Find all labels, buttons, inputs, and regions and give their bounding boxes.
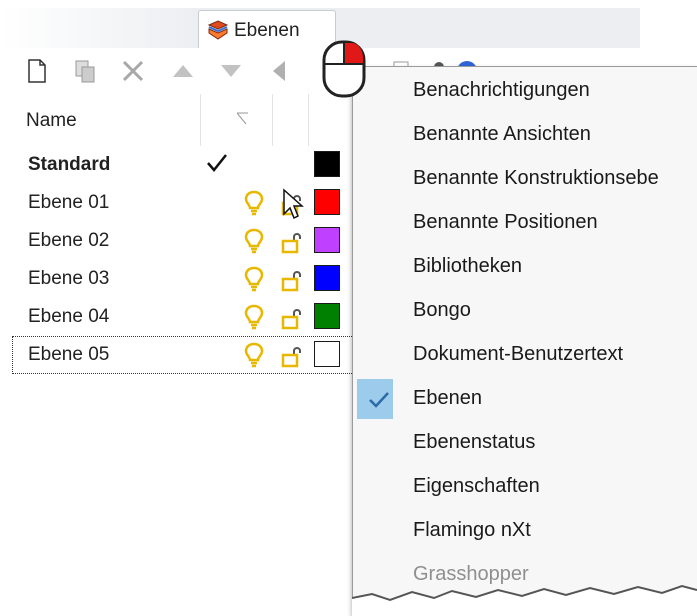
unlocked-icon[interactable] (280, 344, 304, 368)
menu-item-label: Benachrichtigungen (413, 79, 590, 101)
visibility-bulb-icon[interactable] (244, 228, 264, 254)
layer-table: Name Standard Ebene 01 Ebene 02 Ebene 03… (0, 94, 360, 394)
delete-icon[interactable] (118, 56, 148, 86)
move-up-icon[interactable] (168, 56, 198, 86)
layers-icon (207, 20, 229, 40)
move-left-icon[interactable] (264, 56, 294, 86)
mouse-right-click-icon (322, 40, 366, 98)
menu-item-label: Dokument-Benutzertext (413, 343, 624, 365)
checkmark-icon (369, 392, 389, 408)
menu-item-label: Benannte Ansichten (413, 123, 591, 145)
column-divider (308, 94, 309, 146)
menu-item-ebenenstatus[interactable]: Ebenenstatus (353, 421, 697, 465)
visibility-bulb-icon[interactable] (244, 266, 264, 292)
layer-row-ebene-05[interactable]: Ebene 05 (12, 336, 354, 374)
menu-item-label: Benannte Konstruktionsebe (413, 167, 659, 189)
menu-check-highlight (357, 379, 393, 419)
layer-row-ebene-03[interactable]: Ebene 03 (0, 260, 352, 298)
column-divider (200, 94, 201, 146)
menu-item-eigenschaften[interactable]: Eigenschaften (353, 465, 697, 509)
layer-row-ebene-02[interactable]: Ebene 02 (0, 222, 352, 260)
layer-name: Ebene 05 (28, 344, 110, 365)
menu-item-label: Benannte Positionen (413, 211, 598, 233)
menu-item-benannte-ansichten[interactable]: Benannte Ansichten (353, 113, 697, 157)
menu-item-label: Ebenen (413, 387, 482, 409)
unlocked-icon[interactable] (280, 268, 304, 292)
new-layer-icon[interactable] (22, 56, 52, 86)
column-header-name[interactable]: Name (26, 110, 77, 132)
mouse-pointer-icon (283, 188, 304, 220)
menu-item-bongo[interactable]: Bongo (353, 289, 697, 333)
panels-context-menu: Benachrichtigungen Benannte Ansichten Be… (352, 66, 697, 616)
layer-color-swatch[interactable] (314, 189, 340, 215)
tab-layers[interactable]: Ebenen (198, 10, 336, 48)
move-down-icon[interactable] (216, 56, 246, 86)
sort-indicator-icon (236, 112, 248, 125)
column-divider (272, 94, 273, 146)
menu-item-label: Bibliotheken (413, 255, 522, 277)
tab-layers-label: Ebenen (234, 20, 300, 41)
menu-item-label: Eigenschaften (413, 475, 540, 497)
menu-item-ebenen[interactable]: Ebenen (353, 377, 697, 421)
layer-color-swatch[interactable] (314, 265, 340, 291)
layer-name: Standard (28, 154, 111, 175)
current-layer-check-icon (207, 154, 227, 172)
menu-item-label: Bongo (413, 299, 471, 321)
layer-color-swatch[interactable] (314, 227, 340, 253)
column-header-row: Name (0, 94, 360, 146)
menu-item-benachrichtigungen[interactable]: Benachrichtigungen (353, 69, 697, 113)
menu-item-label: Ebenenstatus (413, 431, 536, 453)
layer-color-swatch[interactable] (314, 303, 340, 329)
torn-edge-decoration (352, 584, 697, 616)
menu-item-flamingo-nxt[interactable]: Flamingo nXt (353, 509, 697, 553)
unlocked-icon[interactable] (280, 306, 304, 330)
menu-item-dokument-benutzertext[interactable]: Dokument-Benutzertext (353, 333, 697, 377)
unlocked-icon[interactable] (280, 230, 304, 254)
layer-color-swatch[interactable] (314, 151, 340, 177)
tab-strip-background (0, 8, 200, 48)
visibility-bulb-icon[interactable] (244, 304, 264, 330)
layer-row-ebene-04[interactable]: Ebene 04 (0, 298, 352, 336)
layer-name: Ebene 01 (28, 192, 110, 213)
layer-toolbar (0, 48, 477, 94)
visibility-bulb-icon[interactable] (244, 190, 264, 216)
layer-row-standard[interactable]: Standard (0, 146, 352, 184)
new-sublayer-icon[interactable] (70, 56, 100, 86)
layer-color-swatch[interactable] (314, 341, 340, 367)
menu-item-benannte-positionen[interactable]: Benannte Positionen (353, 201, 697, 245)
menu-item-bibliotheken[interactable]: Bibliotheken (353, 245, 697, 289)
layer-name: Ebene 03 (28, 268, 110, 289)
layer-name: Ebene 02 (28, 230, 110, 251)
visibility-bulb-icon[interactable] (244, 342, 264, 368)
menu-item-label: Flamingo nXt (413, 519, 531, 541)
layer-name: Ebene 04 (28, 306, 110, 327)
menu-item-benannte-konstruktionsebenen[interactable]: Benannte Konstruktionsebe (353, 157, 697, 201)
